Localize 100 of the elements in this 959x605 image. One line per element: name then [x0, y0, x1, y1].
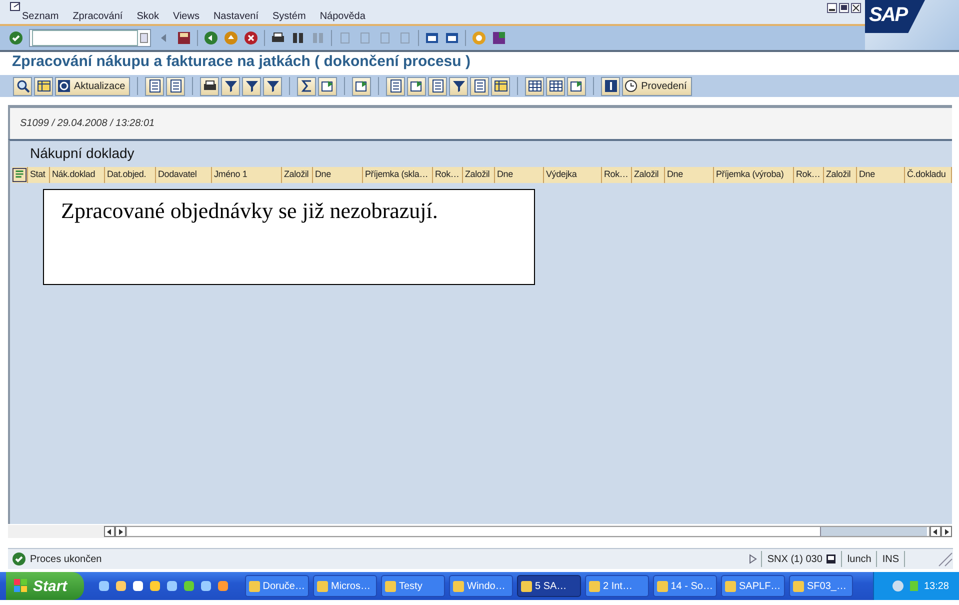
document-icon [388, 79, 403, 93]
sigma-icon [300, 79, 314, 93]
taskbar-button[interactable]: Testy [381, 575, 445, 597]
column-header[interactable]: Dat.objed. [105, 167, 156, 183]
command-field[interactable] [29, 29, 151, 47]
column-header[interactable]: Stat [28, 167, 50, 183]
left-arrow-icon [933, 528, 938, 534]
quick-launch-icon[interactable] [149, 580, 161, 592]
scroll-right-button[interactable] [941, 526, 952, 537]
quick-launch-icon[interactable] [200, 580, 212, 592]
taskbar-button[interactable]: 2 Int… [585, 575, 649, 597]
column-header[interactable]: Rok… [794, 167, 824, 183]
horizontal-scrollbar[interactable] [126, 526, 930, 537]
left-arrow-icon [107, 528, 112, 534]
app-icon [453, 580, 464, 592]
menu-item[interactable]: Skok [136, 11, 159, 22]
column-header[interactable]: Rok… [602, 167, 632, 183]
funnel-icon [224, 79, 238, 93]
taskbar-button[interactable]: SF03_… [789, 575, 853, 597]
toolbar-button[interactable] [567, 76, 586, 96]
column-header[interactable]: Příjemka (výroba) [714, 167, 794, 183]
column-header[interactable]: Rok… [433, 167, 463, 183]
taskbar-button[interactable]: Windo… [449, 575, 513, 597]
check-icon [9, 31, 23, 45]
column-header[interactable]: Založil [632, 167, 665, 183]
column-header[interactable]: Dne [665, 167, 714, 183]
quick-launch-icon[interactable] [217, 580, 229, 592]
menu-item[interactable]: Zpracování [72, 11, 123, 22]
minimize-icon[interactable] [827, 3, 837, 13]
toolbar-button[interactable] [318, 76, 338, 96]
menu-item[interactable]: Views [172, 11, 200, 22]
quick-launch-icon[interactable] [166, 580, 178, 592]
select-all-icon[interactable] [12, 167, 28, 183]
column-header[interactable]: Výdejka [544, 167, 602, 183]
toolbar-button[interactable] [428, 76, 448, 96]
column-header[interactable]: Nák.doklad [50, 167, 105, 183]
scroll-right-button[interactable] [115, 526, 126, 537]
toolbar-button[interactable] [352, 76, 372, 96]
close-icon[interactable] [851, 3, 861, 13]
quick-launch-icon[interactable] [98, 580, 110, 592]
column-header[interactable]: Založil [824, 167, 857, 183]
toolbar-button[interactable] [13, 76, 32, 96]
column-header[interactable]: Dodavatel [156, 167, 212, 183]
layout-icon [492, 31, 506, 45]
taskbar-button[interactable]: 14 - So… [653, 575, 717, 597]
toolbar-button[interactable] [407, 76, 426, 96]
taskbar-button[interactable]: Doruče… [245, 575, 309, 597]
toolbar-button[interactable] [491, 76, 510, 96]
scroll-left-button[interactable] [104, 526, 115, 537]
taskbar-button[interactable]: 5 SA… [517, 575, 581, 597]
column-header[interactable]: Č.dokladu [905, 167, 952, 183]
taskbar-button[interactable]: SAPLF… [721, 575, 785, 597]
page-icon [378, 31, 392, 45]
toolbar-button[interactable] [242, 76, 262, 96]
resize-grip-icon[interactable] [937, 551, 953, 567]
toolbar-button[interactable] [525, 76, 544, 96]
toolbar-button[interactable] [470, 76, 490, 96]
scroll-left-button[interactable] [930, 526, 941, 537]
toolbar-button[interactable] [145, 76, 164, 96]
column-header[interactable]: Založil [463, 167, 495, 183]
menu-item[interactable]: Systém [272, 11, 306, 22]
column-header[interactable]: Jméno 1 [212, 167, 282, 183]
export-icon [570, 79, 584, 93]
menu-icon[interactable] [10, 2, 22, 12]
column-header[interactable]: Příjemka (skla… [363, 167, 433, 183]
toolbar-button[interactable] [449, 76, 468, 96]
expand-icon[interactable] [749, 554, 758, 564]
server-name: lunch [847, 554, 872, 564]
app-icon [725, 580, 736, 592]
menu-item[interactable]: Nastavení [213, 11, 258, 22]
screen-icon[interactable] [826, 554, 836, 564]
toolbar-button[interactable] [263, 76, 282, 96]
save-icon [177, 31, 191, 45]
quick-launch-icon[interactable] [132, 580, 144, 592]
toolbar-button[interactable] [200, 76, 220, 96]
maximize-icon[interactable] [839, 3, 849, 13]
quick-launch-icon[interactable] [115, 580, 127, 592]
toolbar-button[interactable] [221, 76, 240, 96]
app-icon [249, 580, 260, 592]
text-button[interactable]: Aktualizace [55, 76, 130, 96]
taskbar-button[interactable]: Micros… [313, 575, 377, 597]
quick-launch-icon[interactable] [183, 580, 195, 592]
toolbar-button[interactable] [297, 76, 316, 96]
export-icon [354, 79, 369, 93]
menu-item[interactable]: Seznam [22, 11, 59, 22]
toolbar-button[interactable] [386, 76, 406, 96]
clock: 13:28 [924, 580, 949, 592]
toolbar-button[interactable] [34, 76, 53, 96]
text-button[interactable]: Provedení [622, 76, 692, 96]
column-header[interactable]: Založil [282, 167, 313, 183]
toolbar-button[interactable] [166, 76, 186, 96]
toolbar-button[interactable] [546, 76, 566, 96]
menu-item[interactable]: Nápověda [320, 11, 366, 22]
column-header[interactable]: Dne [495, 167, 544, 183]
column-header[interactable]: Dne [857, 167, 905, 183]
column-header[interactable]: Dne [313, 167, 363, 183]
toolbar-button[interactable] [601, 76, 620, 96]
up-icon [224, 31, 238, 45]
dropdown-icon[interactable] [140, 33, 148, 43]
app-icon [793, 580, 804, 592]
